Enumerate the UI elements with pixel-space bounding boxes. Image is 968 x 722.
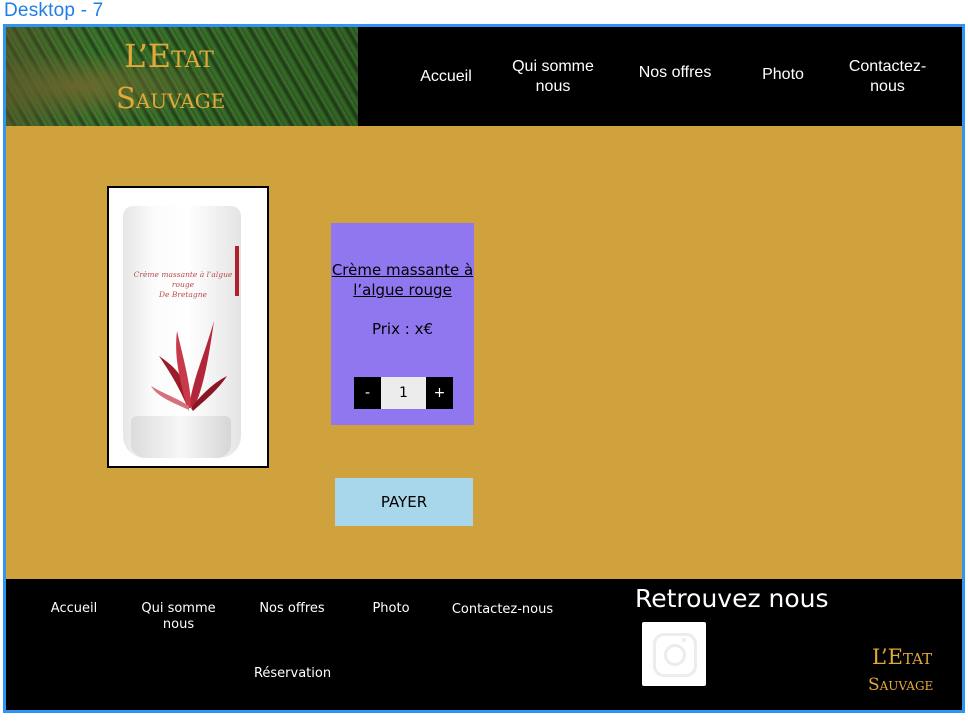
footer-link-nos-offres[interactable]: Nos offres [254, 601, 330, 617]
nav-qui-somme-nous[interactable]: Qui somme nous [508, 57, 598, 97]
quantity-increment-button[interactable]: + [426, 377, 453, 409]
nav-accueil[interactable]: Accueil [416, 67, 476, 87]
footer-logo-line-2[interactable]: Sauvage [868, 675, 933, 695]
instagram-icon[interactable] [642, 622, 706, 686]
footer-link-reservation[interactable]: Réservation [250, 666, 335, 682]
product-price: Prix : x€ [371, 320, 433, 338]
pay-button[interactable]: PAYER [335, 478, 473, 526]
product-info-card: Crème massante à l’algue rouge Prix : x€… [331, 223, 474, 425]
footer-link-accueil[interactable]: Accueil [44, 601, 104, 617]
product-image: Crème massante à l’algue rouge De Bretag… [107, 186, 269, 468]
tube-label-line-2: rouge [171, 280, 195, 289]
tube-label-line-1: Crème massante à l’algue [133, 270, 233, 279]
frame-label: Desktop - 7 [4, 0, 104, 21]
quantity-value[interactable]: 1 [381, 377, 426, 409]
instagram-icon-lens [664, 644, 686, 666]
header: L’Etat Sauvage Accueil Qui somme nous No… [6, 27, 962, 126]
main-content: Crème massante à l’algue rouge De Bretag… [6, 126, 962, 579]
footer-link-contactez-nous[interactable]: Contactez-nous [450, 602, 555, 618]
page-frame: L’Etat Sauvage Accueil Qui somme nous No… [3, 24, 965, 713]
cream-tube-cap [131, 416, 231, 458]
logo-line-1[interactable]: L’Etat [124, 37, 214, 75]
tube-label-line-3: De Bretagne [159, 290, 207, 299]
nav-photo[interactable]: Photo [758, 65, 808, 85]
instagram-icon-dot [682, 638, 686, 642]
tube-label: Crème massante à l’algue rouge De Bretag… [125, 270, 241, 300]
footer-logo-line-1[interactable]: L’Etat [872, 645, 932, 669]
footer-link-photo[interactable]: Photo [366, 601, 416, 617]
footer: Accueil Qui somme nous Nos offres Photo … [6, 579, 962, 710]
product-name-link[interactable]: Crème massante à l’algue rouge [331, 260, 474, 300]
follow-us-title: Retrouvez nous [635, 584, 829, 613]
nav-contactez-nous[interactable]: Contactez-nous [840, 57, 935, 97]
quantity-decrement-button[interactable]: - [354, 377, 381, 409]
red-algae-illustration [151, 321, 227, 411]
nav-nos-offres[interactable]: Nos offres [631, 63, 719, 83]
logo-line-2[interactable]: Sauvage [116, 81, 225, 115]
footer-link-qui-somme-nous[interactable]: Qui somme nous [136, 601, 221, 633]
